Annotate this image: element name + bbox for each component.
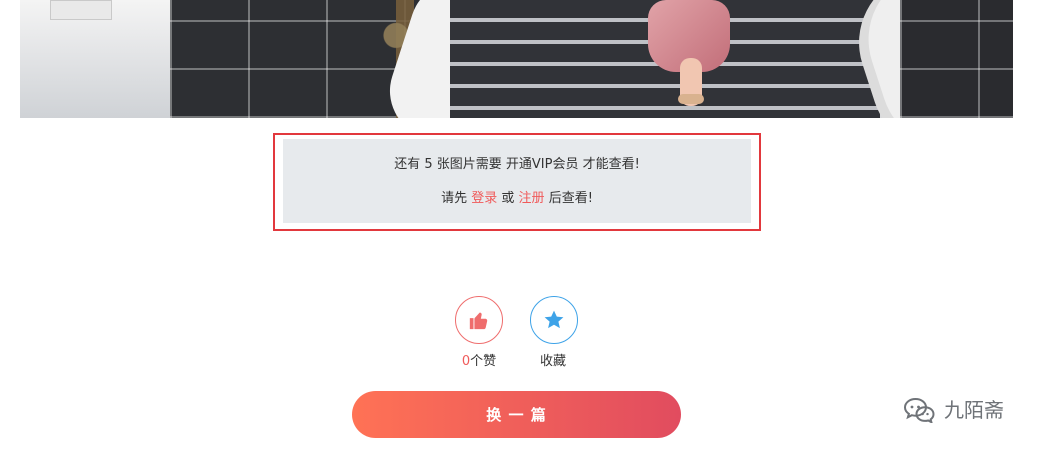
dark-stone-wall-right — [900, 0, 1013, 118]
login-link[interactable]: 登录 — [471, 191, 497, 206]
star-icon — [542, 308, 566, 332]
next-post-button[interactable]: 换 一 篇 — [352, 391, 681, 438]
watermark-text: 九陌斋 — [944, 398, 1004, 422]
engagement-actions: 0个赞 收藏 — [455, 296, 579, 376]
pillar-plaque — [50, 0, 112, 20]
like-suffix: 个赞 — [470, 354, 497, 369]
woman-in-dress — [648, 0, 738, 118]
favorite-button[interactable] — [530, 296, 578, 344]
or-text: 或 — [501, 191, 515, 206]
like-count: 0 — [461, 354, 471, 369]
thumbs-up-icon — [468, 309, 490, 331]
shoe — [678, 94, 704, 104]
login-or-register-message: 请先 登录 或 注册 后查看! — [283, 191, 751, 207]
wechat-icon — [902, 395, 936, 423]
vip-required-panel: 还有 5 张图片需要 开通VIP会员 才能查看! 请先 登录 或 注册 后查看! — [283, 139, 751, 223]
view-after-suffix: 后查看! — [548, 191, 593, 206]
wechat-watermark: 九陌斋 — [902, 394, 1004, 423]
favorite-label: 收藏 — [539, 354, 566, 369]
vip-required-message: 还有 5 张图片需要 开通VIP会员 才能查看! — [394, 157, 640, 172]
login-prefix: 请先 — [441, 191, 468, 206]
register-link[interactable]: 注册 — [519, 191, 545, 206]
like-count-label: 0个赞 — [444, 354, 514, 370]
vip-required-box: 还有 5 张图片需要 开通VIP会员 才能查看! 请先 登录 或 注册 后查看! — [273, 133, 761, 231]
like-button[interactable] — [455, 296, 503, 344]
hero-image — [20, 0, 1013, 118]
